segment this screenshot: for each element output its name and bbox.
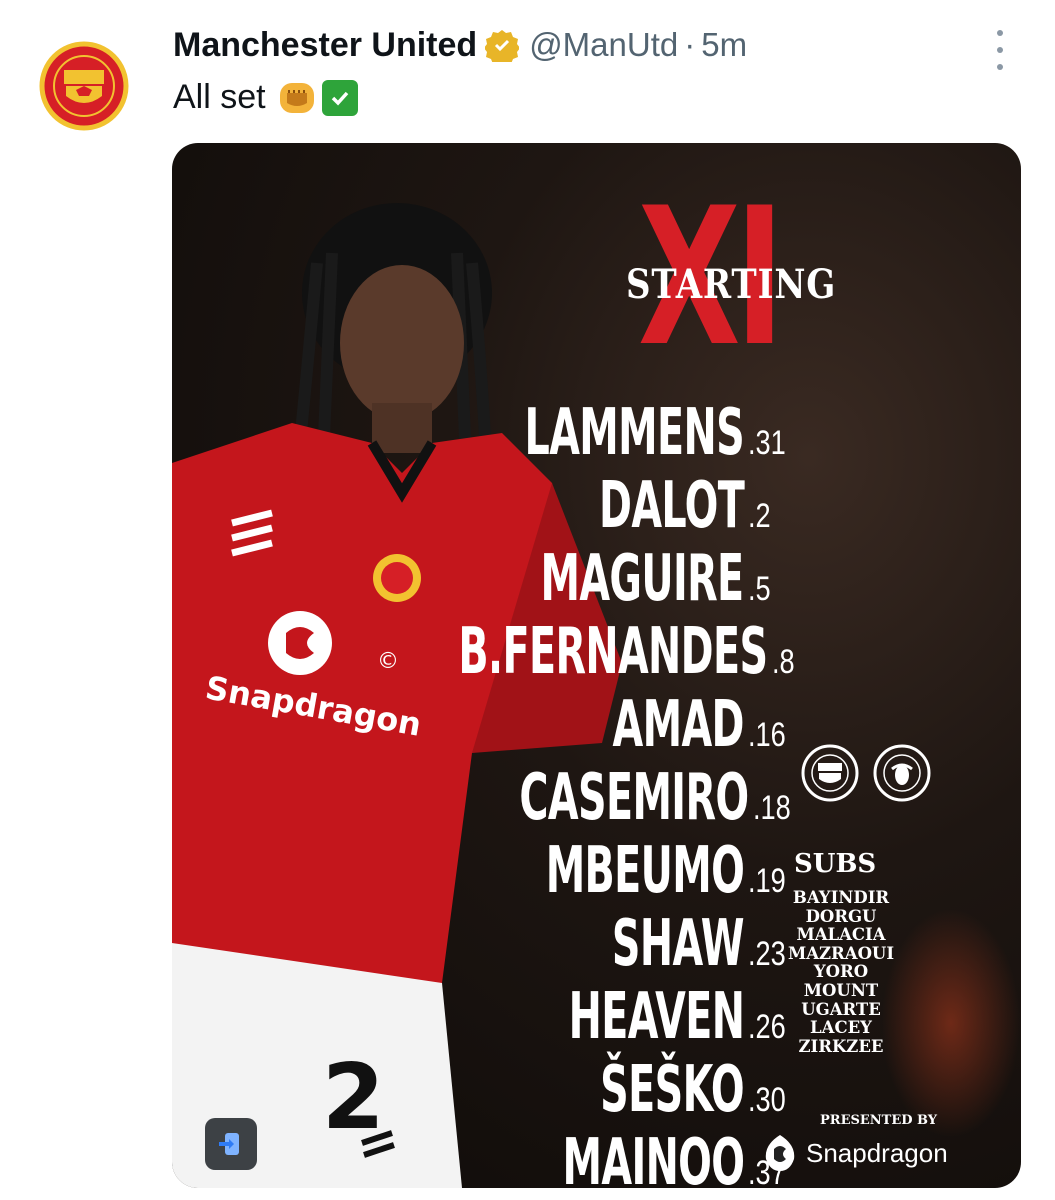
lineup-row: MBEUMO .19	[380, 834, 800, 908]
lineup-row: AMAD .16	[380, 688, 800, 762]
subs-heading: SUBS	[794, 849, 877, 879]
player-name: AMAD	[612, 688, 745, 762]
handle[interactable]: @ManUtd	[529, 26, 678, 64]
lineup-row: MAGUIRE .5	[380, 542, 800, 616]
sponsor-logo: Snapdragon	[762, 1133, 948, 1173]
check-mark-emoji-icon	[321, 79, 358, 116]
player-name: MAGUIRE	[540, 542, 745, 616]
starting-xi-list: LAMMENS .31 DALOT .2 MAGUIRE .5 B.FERNANDES…	[380, 396, 800, 1188]
brentford-crest-icon	[873, 744, 931, 802]
lineup-row: DALOT .2	[380, 469, 800, 543]
sub-player: MAZRAOUI	[787, 943, 895, 963]
media-preview-icon	[219, 1133, 239, 1155]
sponsor-name: Snapdragon	[806, 1137, 948, 1168]
player-number: .16	[748, 716, 786, 754]
lineup-row: B.FERNANDES .8	[380, 615, 800, 689]
fist-emoji-icon	[279, 82, 314, 113]
player-name: DALOT	[598, 469, 745, 543]
lineup-row: ŠEŠKO .30	[380, 1053, 800, 1127]
sub-player: MALACIA	[796, 925, 886, 945]
sub-player: MOUNT	[803, 980, 879, 1000]
shorts-number: 2	[322, 1045, 385, 1150]
presented-by-label: PRESENTED BY	[820, 1113, 938, 1128]
player-number: .31	[748, 424, 786, 462]
display-name[interactable]: Manchester United	[173, 26, 477, 65]
player-name: LAMMENS	[524, 396, 744, 470]
lineup-row: SHAW .23	[380, 907, 800, 981]
separator-dot: ·	[684, 26, 696, 63]
player-number: .2	[748, 497, 771, 535]
player-number: .5	[748, 570, 771, 608]
lineup-row: LAMMENS .31	[380, 396, 800, 470]
tweet-header: Manchester United @ManUtd · 5m	[173, 20, 747, 70]
sub-player: DORGU	[805, 906, 877, 926]
player-name: CASEMIRO	[519, 761, 750, 835]
manchester-united-crest-icon	[39, 41, 129, 131]
player-number: .18	[752, 789, 791, 827]
sub-player: UGARTE	[801, 999, 881, 1019]
lineup-row: MAINOO .37	[380, 1126, 800, 1188]
verified-badge-icon	[485, 30, 520, 62]
sub-player: BAYINDIR	[792, 888, 890, 907]
player-name: HEAVEN	[568, 980, 744, 1054]
sub-player: YORO	[813, 962, 869, 982]
tweet-text: All set	[173, 78, 358, 117]
snapdragon-logo-icon	[765, 1135, 795, 1171]
timestamp[interactable]: 5m	[701, 26, 747, 64]
player-name: MBEUMO	[545, 834, 744, 908]
tweet-text-body: All set	[173, 78, 266, 116]
lineup-row: CASEMIRO .18	[380, 761, 800, 835]
starting-heading: STARTING	[626, 261, 837, 308]
manchester-united-crest-icon	[801, 744, 859, 802]
subs-list: BAYINDIR DORGU MALACIA MAZRAOUI YORO MOU…	[766, 888, 916, 1056]
player-number: .30	[748, 1081, 786, 1119]
player-name: SHAW	[611, 907, 745, 981]
lineup-row: HEAVEN .26	[380, 980, 800, 1054]
player-name: ŠEŠKO	[600, 1053, 744, 1127]
media-badge[interactable]	[205, 1118, 257, 1170]
more-options-icon[interactable]	[995, 30, 1005, 70]
sub-player: LACEY	[810, 1018, 872, 1038]
sub-player: ZIRKZEE	[798, 1036, 884, 1056]
tweet-media-image[interactable]: Snapdragon © 2 XI STARTING LAMMENS .31 DA…	[172, 143, 1021, 1188]
player-name: B.FERNANDES	[458, 615, 769, 689]
club-crests	[800, 743, 932, 803]
player-number: .8	[771, 643, 795, 681]
avatar[interactable]	[34, 36, 134, 136]
player-name: MAINOO	[562, 1126, 745, 1188]
